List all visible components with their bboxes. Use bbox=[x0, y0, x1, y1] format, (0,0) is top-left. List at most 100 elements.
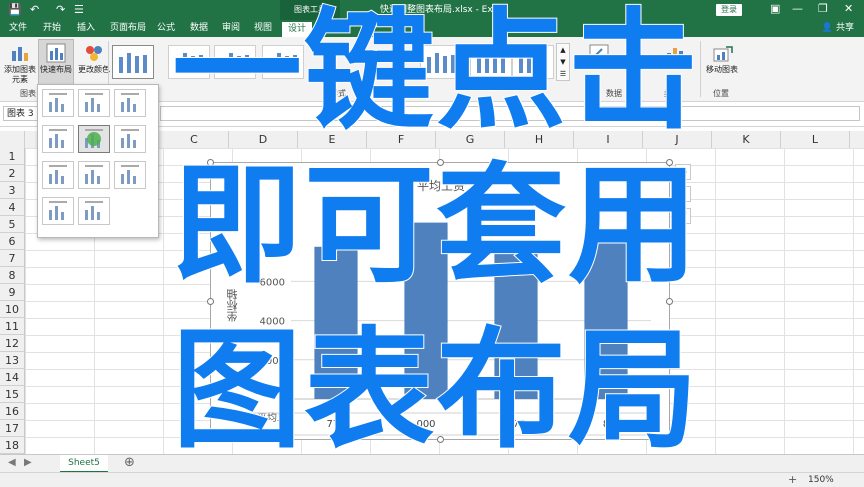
bar[interactable] bbox=[404, 222, 448, 399]
switch-row-column-icon[interactable] bbox=[588, 43, 610, 65]
row-header[interactable]: 17 bbox=[0, 420, 24, 437]
row-header[interactable]: 9 bbox=[0, 284, 24, 301]
row-header[interactable]: 7 bbox=[0, 250, 24, 267]
divider bbox=[700, 41, 701, 97]
layout-option-11[interactable] bbox=[78, 197, 110, 225]
add-chart-element-button[interactable]: 添加图表元素 bbox=[2, 65, 38, 85]
save-icon[interactable]: 💾 bbox=[8, 3, 22, 16]
chart-style-7[interactable] bbox=[512, 45, 554, 79]
row-header[interactable]: 13 bbox=[0, 352, 24, 369]
column-header-g[interactable]: G bbox=[436, 131, 505, 148]
column-header-l[interactable]: L bbox=[781, 131, 850, 148]
sheet-prev-icon[interactable]: ◀ bbox=[8, 457, 16, 468]
column-header-k[interactable]: K bbox=[712, 131, 781, 148]
group-location: 位置 bbox=[713, 89, 729, 98]
bar[interactable] bbox=[314, 246, 358, 399]
share-button[interactable]: 👤 共享 bbox=[822, 20, 854, 37]
row-header[interactable]: 3 bbox=[0, 182, 24, 199]
close-icon[interactable]: ✕ bbox=[844, 2, 853, 15]
column-header-d[interactable]: D bbox=[229, 131, 298, 148]
sheet-tab-sheet5[interactable]: Sheet5 bbox=[60, 455, 108, 473]
column-header-f[interactable]: F bbox=[367, 131, 436, 148]
layout-option-10[interactable] bbox=[42, 197, 74, 225]
quick-layout-gallery bbox=[37, 84, 159, 238]
layout-option-9[interactable] bbox=[114, 161, 146, 189]
tab-formulas[interactable]: 公式 bbox=[157, 20, 175, 37]
change-colors-button[interactable]: 更改颜色 bbox=[78, 65, 110, 75]
gallery-scroll[interactable]: ▲ ▼ ☰ bbox=[556, 43, 570, 81]
sheet-next-icon[interactable]: ▶ bbox=[24, 457, 32, 468]
column-header-c[interactable]: C bbox=[160, 131, 229, 148]
row-header[interactable]: 16 bbox=[0, 403, 24, 420]
column-header-h[interactable]: H bbox=[505, 131, 574, 148]
add-sheet-icon[interactable]: ⊕ bbox=[124, 455, 135, 470]
move-chart-button[interactable]: 移动图表 bbox=[702, 65, 742, 75]
column-header-i[interactable]: I bbox=[574, 131, 643, 148]
chart-style-2[interactable] bbox=[168, 45, 210, 79]
group-type: 类型 bbox=[664, 89, 680, 98]
zoom-level[interactable]: 150% bbox=[808, 473, 834, 487]
layout-option-5[interactable] bbox=[78, 125, 110, 153]
row-header[interactable]: 12 bbox=[0, 335, 24, 352]
row-header[interactable]: 1 bbox=[0, 148, 24, 165]
row-header[interactable]: 18 bbox=[0, 437, 24, 454]
layout-option-2[interactable] bbox=[78, 89, 110, 117]
customize-qat-icon[interactable]: ☰ bbox=[74, 3, 84, 16]
change-colors-icon[interactable] bbox=[84, 43, 104, 63]
chart-style-1[interactable] bbox=[112, 45, 154, 79]
column-header-e[interactable]: E bbox=[298, 131, 367, 148]
change-chart-type-icon[interactable] bbox=[664, 43, 686, 65]
window-title: 快速调整图表布局.xlsx - Excel bbox=[380, 5, 506, 15]
tab-home[interactable]: 开始 bbox=[43, 20, 61, 37]
tab-review[interactable]: 审阅 bbox=[222, 20, 240, 37]
group-styles: 样式 bbox=[330, 89, 346, 98]
layout-option-4[interactable] bbox=[42, 125, 74, 153]
move-chart-icon[interactable] bbox=[712, 43, 734, 65]
row-header[interactable]: 15 bbox=[0, 386, 24, 403]
chart-style-6[interactable] bbox=[470, 45, 512, 79]
login-button[interactable]: 登录 bbox=[716, 4, 742, 16]
tab-file[interactable]: 文件 bbox=[9, 20, 27, 37]
row-header[interactable]: 8 bbox=[0, 267, 24, 284]
chart-style-3[interactable] bbox=[214, 45, 256, 79]
row-header[interactable]: 2 bbox=[0, 165, 24, 182]
restore-icon[interactable]: ❐ bbox=[818, 2, 828, 15]
cursor-highlight bbox=[87, 132, 101, 146]
chart-style-4[interactable] bbox=[262, 45, 304, 79]
redo-icon[interactable]: ↷ bbox=[56, 3, 65, 16]
quick-layout-button[interactable] bbox=[38, 39, 74, 87]
row-header[interactable]: 5 bbox=[0, 216, 24, 233]
chart-elements-plus-icon[interactable]: + bbox=[675, 164, 691, 180]
row-header[interactable]: 10 bbox=[0, 301, 24, 318]
chart-plot: 6000 4000 2000 776 000 877 8 bbox=[251, 222, 651, 436]
layout-option-3[interactable] bbox=[114, 89, 146, 117]
row-header[interactable]: 4 bbox=[0, 199, 24, 216]
tab-view[interactable]: 视图 bbox=[254, 20, 272, 37]
layout-option-8[interactable] bbox=[78, 161, 110, 189]
tab-page-layout[interactable]: 页面布局 bbox=[110, 20, 146, 37]
undo-icon[interactable]: ↶ bbox=[30, 3, 39, 16]
chart-style-5[interactable] bbox=[420, 45, 462, 79]
select-all-corner[interactable] bbox=[0, 131, 25, 148]
layout-option-6[interactable] bbox=[114, 125, 146, 153]
tab-data[interactable]: 数据 bbox=[190, 20, 208, 37]
bar[interactable] bbox=[494, 244, 538, 399]
tab-design[interactable]: 设计 bbox=[282, 22, 313, 37]
add-chart-element-icon[interactable] bbox=[10, 43, 30, 63]
data-label: 776 bbox=[326, 419, 345, 430]
minimize-icon[interactable]: — bbox=[792, 2, 803, 15]
tab-insert[interactable]: 插入 bbox=[77, 20, 95, 37]
row-header[interactable]: 6 bbox=[0, 233, 24, 250]
layout-option-1[interactable] bbox=[42, 89, 74, 117]
row-header[interactable]: 11 bbox=[0, 318, 24, 335]
formula-input[interactable] bbox=[160, 106, 860, 121]
ribbon-display-icon[interactable]: ▣ bbox=[770, 2, 780, 15]
layout-option-7[interactable] bbox=[42, 161, 74, 189]
chart-styles-brush-icon[interactable]: ✎ bbox=[675, 186, 691, 202]
column-header-j[interactable]: J bbox=[643, 131, 712, 148]
bar[interactable] bbox=[584, 242, 628, 399]
chart-object[interactable]: 平均工资 坐标轴 平均工 6000 4000 2000 776 000 877 8 bbox=[207, 159, 673, 443]
chart-filter-icon[interactable]: ▼ bbox=[675, 208, 691, 224]
row-header[interactable]: 14 bbox=[0, 369, 24, 386]
zoom-in-icon[interactable]: + bbox=[788, 473, 797, 486]
